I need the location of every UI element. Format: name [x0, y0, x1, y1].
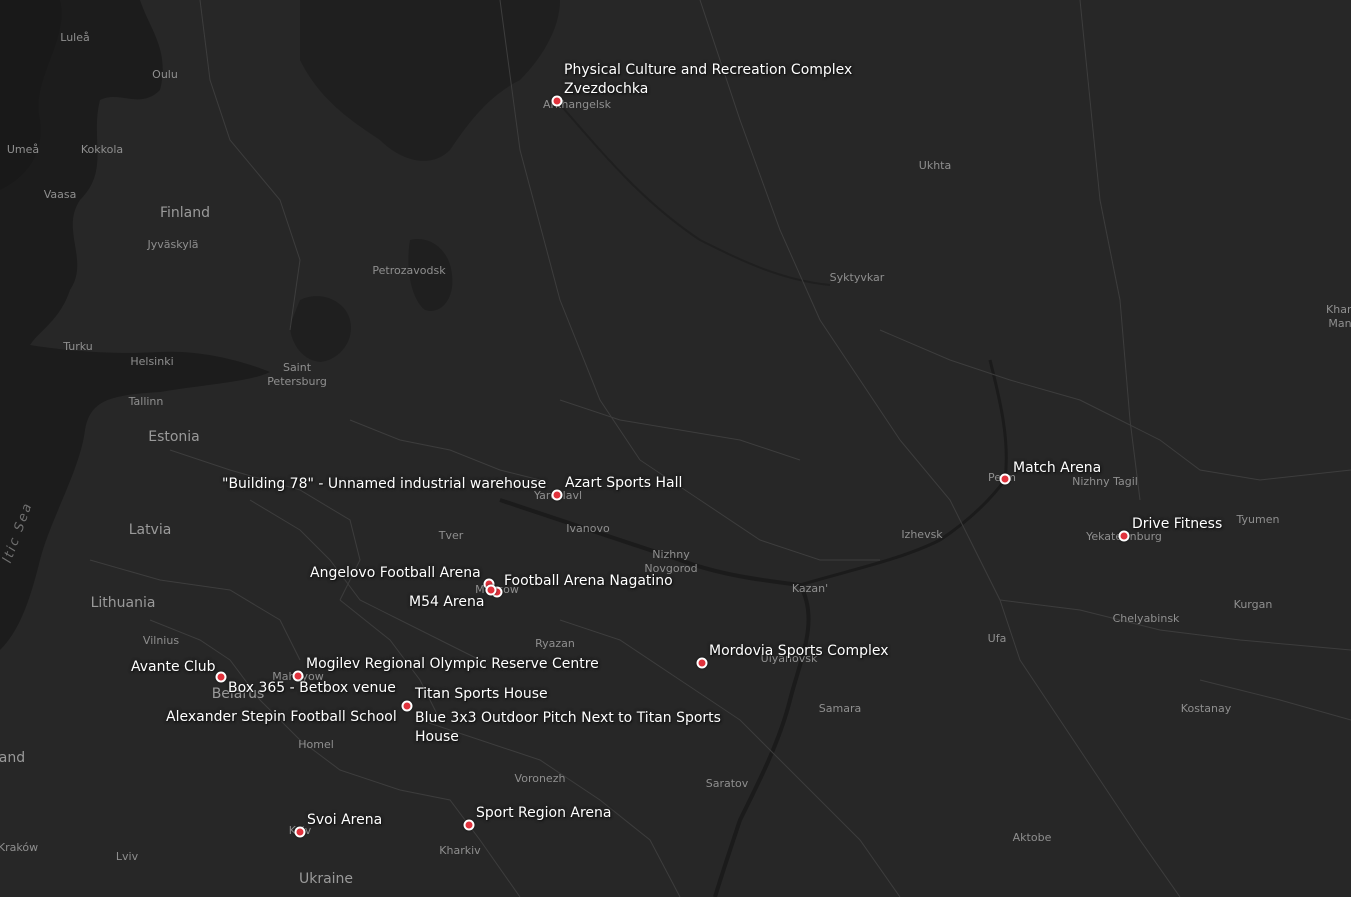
city-label: Jyväskylä — [147, 238, 199, 251]
city-label: Samara — [818, 702, 862, 715]
city-label: Man — [1328, 317, 1351, 330]
venue-label-angelovo[interactable]: Angelovo Football Arena — [310, 564, 481, 583]
lake-ladoga — [290, 296, 351, 362]
venue-label-sport-region[interactable]: Sport Region Arena — [476, 804, 612, 823]
city-label: Izhevsk — [901, 528, 943, 541]
venue-marker-zvezdochka[interactable] — [551, 95, 563, 107]
venue-label-svoi[interactable]: Svoi Arena — [307, 811, 382, 830]
venue-label-titan[interactable]: Titan Sports House — [415, 685, 548, 704]
map-canvas[interactable]: Luleå Oulu Umeå Kokkola Vaasa Jyväskylä Petroz… — [0, 0, 1351, 897]
map-base-layer — [0, 0, 1351, 897]
venue-marker-svoi[interactable] — [294, 826, 306, 838]
city-label: Lviv — [115, 850, 139, 863]
city-label: Kraków — [0, 841, 39, 854]
city-label: Kazan' — [791, 582, 829, 595]
venue-label-mordovia[interactable]: Mordovia Sports Complex — [709, 642, 889, 661]
venue-marker-m54[interactable] — [485, 584, 497, 596]
country-label: Latvia — [128, 522, 172, 538]
venue-label-blue3x3[interactable]: Blue 3x3 Outdoor Pitch Next to Titan Spo… — [415, 709, 730, 747]
city-label: Petrozavodsk — [372, 264, 446, 277]
country-label: Estonia — [148, 429, 200, 445]
baltic-sea-water — [0, 0, 270, 650]
venue-marker-avante[interactable] — [215, 671, 227, 683]
city-label: Kurgan — [1233, 598, 1273, 611]
venue-label-box365[interactable]: Box 365 - Betbox venue — [228, 679, 396, 698]
venue-label-azart[interactable]: Azart Sports Hall — [565, 474, 682, 493]
city-label: Chelyabinsk — [1112, 612, 1180, 625]
city-label: Saint Petersburg — [267, 361, 327, 388]
city-label: Saratov — [705, 777, 749, 790]
venue-marker-mordovia[interactable] — [696, 657, 708, 669]
northern-dvina — [556, 100, 831, 286]
venue-marker-titan[interactable] — [401, 700, 413, 712]
venue-marker-sport-region[interactable] — [463, 819, 475, 831]
city-label: Tver — [438, 529, 464, 542]
venue-label-mogilev[interactable]: Mogilev Regional Olympic Reserve Centre — [306, 655, 599, 674]
city-label: Syktyvkar — [829, 271, 885, 284]
country-label: land — [0, 750, 26, 766]
venue-marker-building-78[interactable] — [551, 489, 563, 501]
venue-label-zvezdochka[interactable]: Physical Culture and Recreation Complex … — [564, 61, 864, 99]
venue-marker-drive-fitness[interactable] — [1118, 530, 1130, 542]
country-label: Ukraine — [298, 871, 354, 887]
city-label: Turku — [63, 340, 93, 353]
city-label: Tallinn — [128, 395, 164, 408]
city-label: Aktobe — [1012, 831, 1052, 844]
city-label: Kostanay — [1180, 702, 1232, 715]
country-label: Lithuania — [90, 595, 156, 611]
city-label: Khan — [1326, 303, 1351, 316]
venue-marker-match-arena[interactable] — [999, 473, 1011, 485]
city-label: Ukhta — [918, 159, 952, 172]
city-label: Vilnius — [142, 634, 180, 647]
country-label: Finland — [159, 205, 211, 221]
city-label: Homel — [298, 738, 334, 751]
venue-label-avante[interactable]: Avante Club — [131, 658, 215, 677]
city-label: Ivanovo — [566, 522, 610, 535]
city-label: Vaasa — [43, 188, 77, 201]
region-borders — [89, 0, 1351, 897]
city-label: Umeå — [6, 143, 40, 156]
city-label: Ufa — [987, 632, 1007, 645]
city-label: Kharkiv — [439, 844, 481, 857]
city-label: Helsinki — [130, 355, 174, 368]
city-label: Luleå — [60, 31, 90, 44]
city-label: Tyumen — [1236, 513, 1280, 526]
venue-label-m54[interactable]: M54 Arena — [409, 593, 484, 612]
venue-label-match-arena[interactable]: Match Arena — [1013, 459, 1101, 478]
venue-label-stepin[interactable]: Alexander Stepin Football School — [166, 708, 397, 727]
venue-label-building-78[interactable]: "Building 78" - Unnamed industrial wareh… — [222, 475, 546, 494]
city-label: Oulu — [152, 68, 178, 81]
city-label: Ryazan — [535, 637, 575, 650]
venue-label-drive-fitness[interactable]: Drive Fitness — [1132, 515, 1222, 534]
city-label: Voronezh — [514, 772, 566, 785]
white-sea — [300, 0, 560, 161]
city-label: Kokkola — [80, 143, 124, 156]
venue-label-nagatino[interactable]: Football Arena Nagatino — [504, 572, 673, 591]
